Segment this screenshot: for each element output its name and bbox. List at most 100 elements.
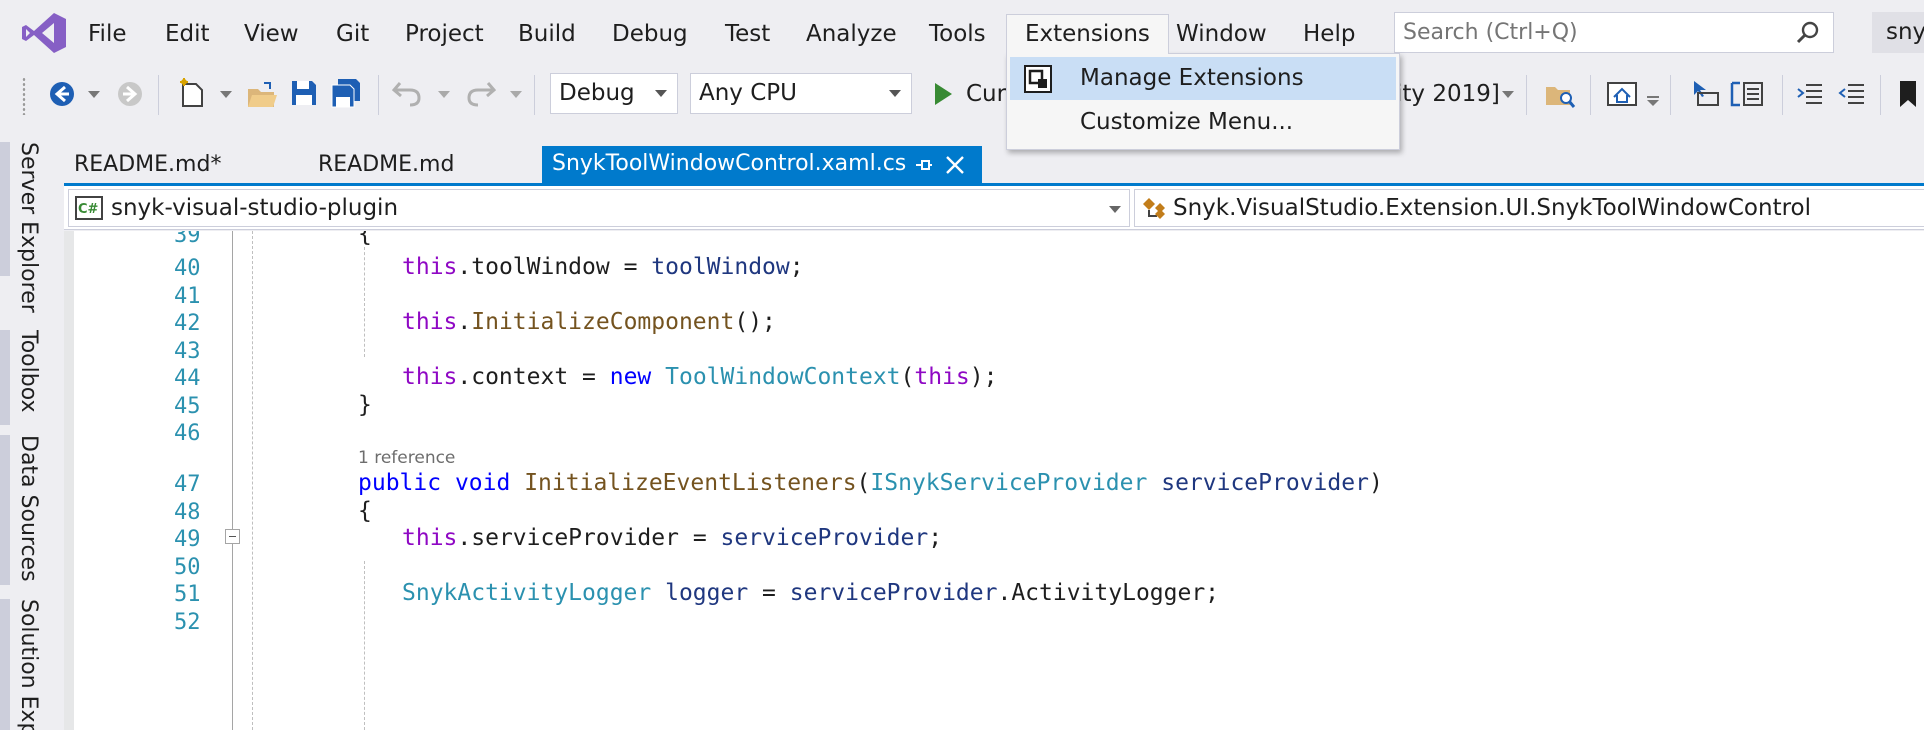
search-icon[interactable] [1795, 20, 1821, 46]
solution-platform-value: Any CPU [699, 80, 797, 106]
menu-item-label: Manage Extensions [1080, 65, 1304, 91]
overflow-chevron-icon[interactable] [1646, 95, 1660, 107]
line-number: 49 [174, 527, 201, 552]
find-in-files-icon[interactable] [1544, 81, 1576, 109]
menu-item-customize-menu[interactable]: Customize Menu... [1010, 101, 1396, 144]
project-dropdown[interactable]: C# snyk-visual-studio-plugin [68, 189, 1130, 227]
navigation-bar: C# snyk-visual-studio-plugin Snyk.Visual… [64, 186, 1924, 230]
save-icon[interactable] [290, 79, 318, 107]
navigate-forward-icon[interactable] [116, 80, 144, 108]
account-button[interactable]: snyk [1872, 12, 1924, 53]
class-dropdown[interactable]: Snyk.VisualStudio.Extension.UI.SnykToolW… [1134, 189, 1924, 227]
navigate-back-icon[interactable] [48, 80, 76, 108]
debug-target-label[interactable]: ity 2019] [1396, 81, 1500, 107]
tool-tab-indicator [0, 330, 10, 425]
line-number: 50 [174, 555, 201, 580]
toolbar-separator [158, 75, 159, 115]
line-number: 48 [174, 500, 201, 525]
code-line-47[interactable]: public void InitializeEventListeners(ISn… [358, 470, 1383, 496]
editor-margin [64, 231, 74, 730]
menu-view[interactable]: View [244, 16, 299, 52]
chevron-down-icon[interactable] [438, 91, 450, 99]
indent-guide [364, 561, 365, 730]
code-line-45[interactable]: } [358, 392, 372, 418]
menu-git[interactable]: Git [336, 16, 369, 52]
menu-window[interactable]: Window [1176, 16, 1267, 52]
tool-tab-data-sources[interactable]: Data Sources [16, 435, 41, 582]
tab-readme[interactable]: README.md [318, 147, 454, 183]
tool-tab-solution-explorer[interactable]: Solution Exp [16, 599, 41, 730]
toolbar-separator [378, 75, 379, 115]
save-all-icon[interactable] [330, 77, 362, 109]
csharp-project-icon: C# [75, 196, 103, 220]
left-tool-window-strip: Server Explorer Toolbox Data Sources Sol… [0, 125, 64, 730]
tool-tab-indicator [0, 435, 10, 585]
menu-edit[interactable]: Edit [165, 16, 210, 52]
toolbar-separator [1670, 75, 1671, 115]
code-line-48[interactable]: { [358, 498, 372, 524]
chevron-down-icon[interactable] [88, 91, 100, 99]
menu-help[interactable]: Help [1303, 16, 1355, 52]
code-line-42[interactable]: this.InitializeComponent(); [402, 309, 776, 335]
home-icon[interactable] [1606, 79, 1638, 109]
document-tab-bar: README.md* README.md SnykToolWindowContr… [64, 125, 1924, 183]
pin-icon[interactable] [914, 155, 934, 175]
menu-item-manage-extensions[interactable]: Manage Extensions [1010, 57, 1396, 100]
menu-file[interactable]: File [88, 16, 127, 52]
solution-configuration-value: Debug [559, 80, 635, 106]
tool-tab-server-explorer[interactable]: Server Explorer [16, 142, 41, 313]
project-name: snyk-visual-studio-plugin [111, 195, 399, 221]
decrease-indent-icon[interactable] [1796, 79, 1826, 109]
toolbar-separator [1526, 75, 1527, 115]
code-line-51[interactable]: SnykActivityLogger logger = serviceProvi… [402, 580, 1219, 606]
tab-readme-modified[interactable]: README.md* [74, 147, 221, 183]
toolbar-separator [534, 75, 535, 115]
undo-icon[interactable] [392, 79, 422, 107]
chevron-down-icon[interactable] [510, 91, 522, 99]
class-icon [1143, 198, 1165, 219]
codelens-references[interactable]: 1 reference [358, 448, 455, 468]
visual-studio-logo-icon[interactable] [20, 11, 68, 55]
menu-project[interactable]: Project [405, 16, 484, 52]
tool-tab-indicator [0, 142, 10, 276]
line-number: 44 [174, 366, 201, 391]
select-element-icon[interactable] [1690, 79, 1720, 109]
code-line-39[interactable]: { [358, 231, 372, 247]
code-line-44[interactable]: this.context = new ToolWindowContext(thi… [402, 364, 997, 390]
menu-debug[interactable]: Debug [612, 16, 688, 52]
new-project-icon[interactable] [178, 78, 208, 110]
toolbar-grip[interactable] [22, 77, 26, 115]
toolbar-separator [1880, 75, 1881, 115]
open-folder-icon[interactable] [246, 81, 278, 109]
chevron-down-icon[interactable] [1502, 91, 1514, 99]
code-line-40[interactable]: this.toolWindow = toolWindow; [402, 254, 804, 280]
menu-analyze[interactable]: Analyze [806, 16, 897, 52]
increase-indent-icon[interactable] [1838, 79, 1868, 109]
start-debugging-icon[interactable] [932, 81, 954, 107]
chevron-down-icon [889, 90, 901, 97]
line-number: 51 [174, 582, 201, 607]
menu-extensions[interactable]: Extensions [1006, 14, 1169, 54]
menu-item-label: Customize Menu... [1080, 109, 1294, 135]
display-layout-icon[interactable] [1730, 79, 1764, 109]
tab-snyk-tool-window-control[interactable]: SnykToolWindowControl.xaml.cs [542, 146, 982, 183]
tool-tab-toolbox[interactable]: Toolbox [16, 330, 41, 413]
code-editor[interactable]: 39 40 41 42 43 44 45 46 47 48 49 50 51 5… [64, 231, 1924, 730]
bookmark-icon[interactable] [1896, 79, 1920, 109]
standard-toolbar: Debug Any CPU Curr ity 2019] [0, 67, 1924, 125]
close-icon[interactable] [944, 154, 966, 176]
menu-tools[interactable]: Tools [929, 16, 986, 52]
solution-configuration-dropdown[interactable]: Debug [550, 73, 678, 114]
search-input[interactable] [1403, 17, 1783, 48]
menu-test[interactable]: Test [725, 16, 770, 52]
redo-icon[interactable] [466, 79, 496, 107]
line-number: 45 [174, 394, 201, 419]
menu-bar: File Edit View Git Project Build Debug T… [0, 0, 1924, 67]
chevron-down-icon[interactable] [220, 91, 232, 99]
solution-platform-dropdown[interactable]: Any CPU [690, 73, 912, 114]
line-number: 39 [174, 231, 201, 248]
toolbar-separator [1590, 75, 1591, 115]
menu-build[interactable]: Build [518, 16, 576, 52]
search-box [1394, 12, 1834, 53]
code-line-49[interactable]: this.serviceProvider = serviceProvider; [402, 525, 942, 551]
